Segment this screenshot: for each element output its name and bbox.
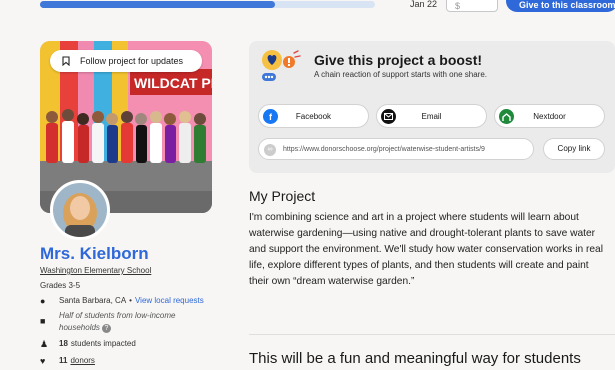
location-separator: • bbox=[129, 296, 132, 305]
share-title: Give this project a boost! bbox=[314, 52, 483, 68]
project-page: Jan 22 $ Give to this classroom WILDCAT … bbox=[0, 0, 615, 370]
follow-project-label: Follow project for updates bbox=[80, 56, 184, 66]
share-facebook-label: Facebook bbox=[295, 111, 332, 121]
student-icon: ♟ bbox=[40, 339, 49, 349]
donation-amount-input[interactable]: $ bbox=[446, 0, 498, 12]
funding-progress-track bbox=[40, 1, 375, 8]
copy-link-button[interactable]: Copy link bbox=[543, 138, 605, 160]
project-description: I'm combining science and art in a proje… bbox=[249, 212, 603, 287]
teacher-name[interactable]: Mrs. Kielborn bbox=[40, 244, 149, 264]
share-email-button[interactable]: Email bbox=[376, 104, 487, 128]
project-heading: My Project bbox=[249, 188, 316, 204]
location-pin-icon: ● bbox=[40, 296, 46, 306]
share-nextdoor-label: Nextdoor bbox=[533, 111, 566, 121]
share-facebook-button[interactable]: f Facebook bbox=[258, 104, 369, 128]
link-icon: ∞ bbox=[264, 144, 276, 156]
donors-label[interactable]: donors bbox=[70, 356, 94, 365]
mural-banner-text: WILDCAT PR bbox=[134, 75, 212, 91]
heart-icon: ♥ bbox=[40, 356, 46, 366]
grade-range: Grades 3-5 bbox=[40, 281, 81, 290]
students-row: ♟ 18 students impacted bbox=[40, 339, 136, 350]
income-row: ■ Half of students from low‑income house… bbox=[40, 310, 199, 334]
school-link[interactable]: Washington Elementary School bbox=[40, 266, 151, 275]
donors-count: 11 bbox=[59, 356, 68, 365]
funding-bar: Jan 22 $ Give to this classroom bbox=[0, 0, 615, 20]
expiration-date: Jan 22 bbox=[410, 0, 438, 9]
students-count: 18 bbox=[59, 339, 68, 348]
location-row: ● Santa Barbara, CA • View local request… bbox=[40, 296, 204, 306]
share-url-text: https://www.donorschoose.org/project/wat… bbox=[283, 145, 485, 153]
share-nextdoor-button[interactable]: Nextdoor bbox=[494, 104, 605, 128]
income-note: Half of students from low‑income househo… bbox=[59, 311, 176, 332]
help-icon[interactable]: ? bbox=[101, 324, 111, 333]
donors-row: ♥ 11 donors bbox=[40, 356, 95, 366]
project-subheading: This will be a fun and meaningful way fo… bbox=[249, 350, 581, 367]
teacher-avatar bbox=[50, 180, 110, 240]
location-text: Santa Barbara, CA bbox=[59, 296, 127, 305]
school-building-icon: ■ bbox=[40, 316, 46, 326]
view-local-requests-link[interactable]: View local requests bbox=[135, 296, 204, 305]
bookmark-icon bbox=[62, 56, 70, 66]
share-email-label: Email bbox=[421, 111, 442, 121]
share-subtitle: A chain reaction of support starts with … bbox=[314, 70, 487, 79]
section-divider bbox=[249, 334, 615, 335]
share-url-field[interactable]: ∞ https://www.donorschoose.org/project/w… bbox=[258, 138, 534, 160]
students-label: students impacted bbox=[70, 339, 136, 348]
give-to-classroom-button[interactable]: Give to this classroom bbox=[506, 0, 615, 12]
follow-project-button[interactable]: Follow project for updates bbox=[50, 50, 202, 72]
funding-progress-fill bbox=[40, 1, 275, 8]
boost-illustration-icon bbox=[262, 50, 301, 81]
